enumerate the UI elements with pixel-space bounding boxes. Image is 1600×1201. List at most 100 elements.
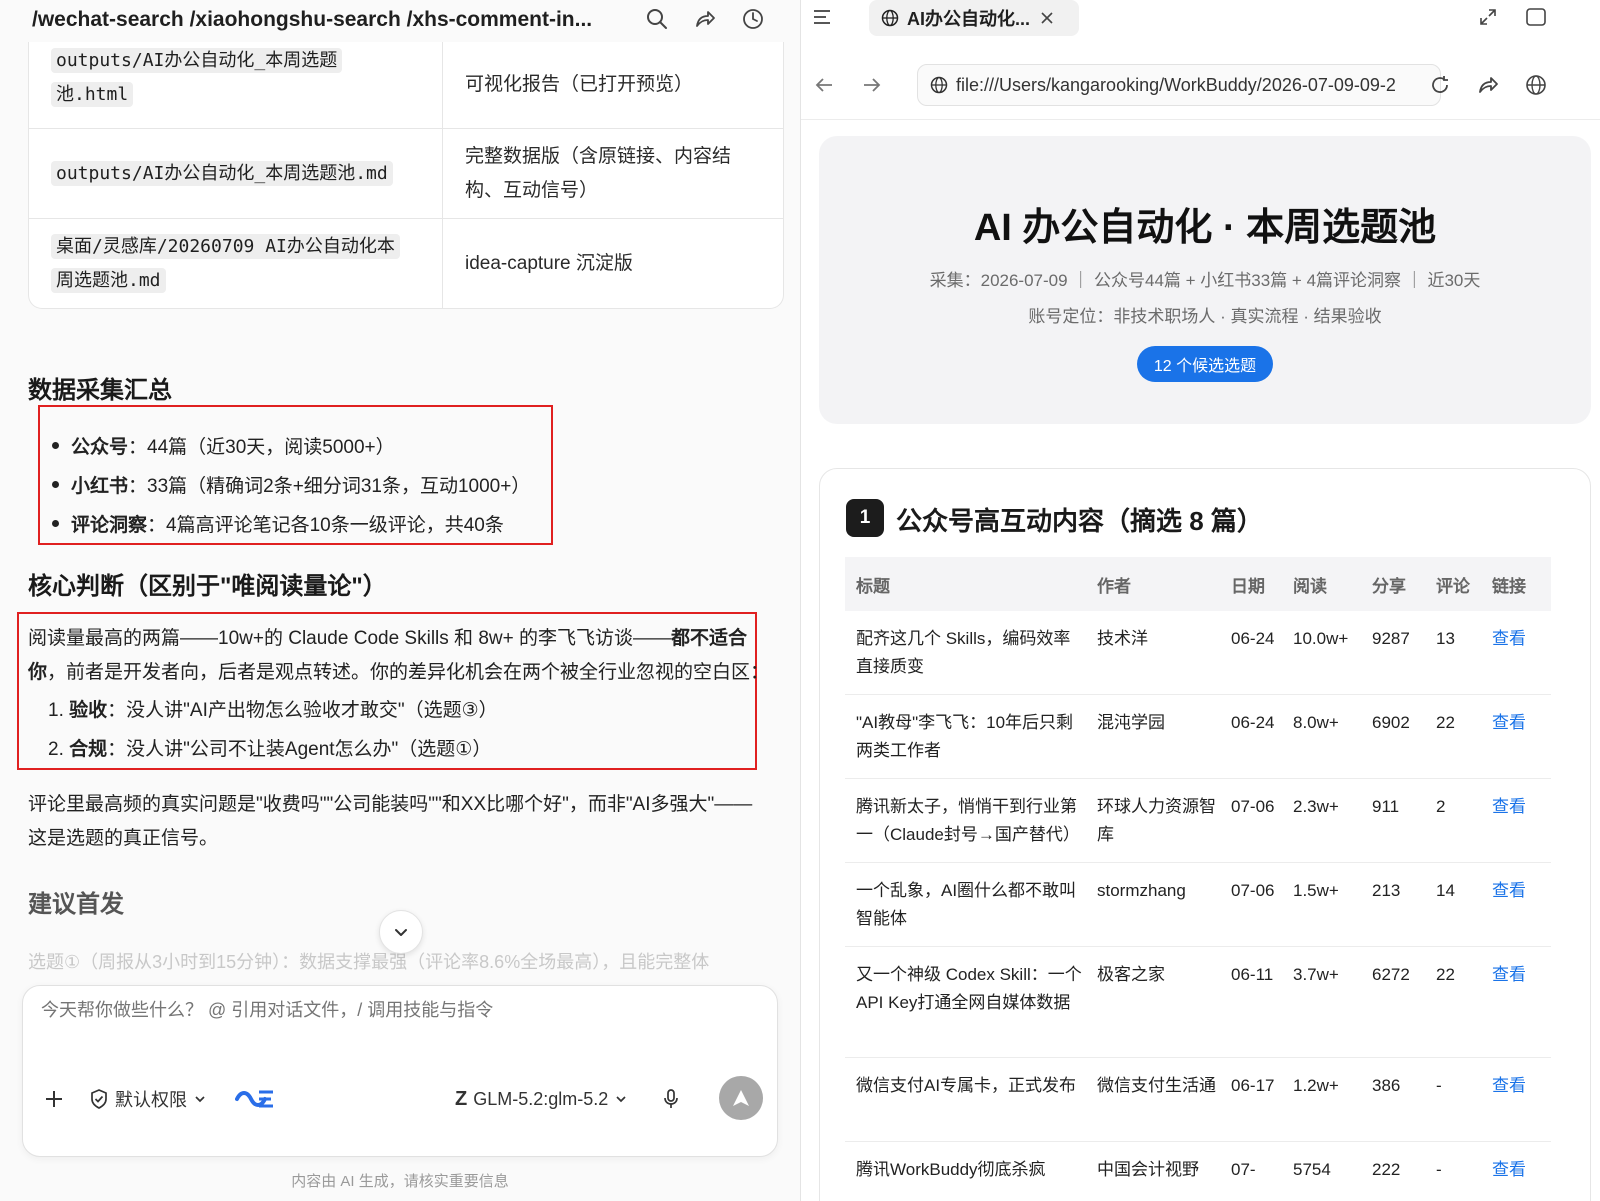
reload-icon[interactable] [1427, 72, 1453, 98]
column-header: 评论 [1436, 576, 1470, 596]
article-comments: - [1436, 1076, 1442, 1095]
article-shares: 222 [1372, 1160, 1401, 1179]
article-shares: 911 [1372, 797, 1400, 816]
search-icon[interactable] [644, 6, 670, 32]
insight-paragraph: 这是选题的真正信号。 [28, 828, 219, 849]
table-row: 一个乱象，AI圈什么都不敢叫智能体 stormzhang 07-06 1.5w+… [845, 863, 1551, 947]
history-icon[interactable] [740, 6, 766, 32]
file-desc: 完整数据版（含原链接、内容结 [465, 145, 732, 167]
suggest-heading: 建议首发 [28, 891, 124, 918]
summary-heading: 数据采集汇总 [28, 377, 172, 404]
article-comments: - [1436, 1160, 1442, 1179]
permission-selector[interactable]: 默认权限 [89, 1084, 207, 1114]
article-author: 极客之家 [1097, 965, 1165, 984]
article-author: 中国会计视野 [1097, 1160, 1199, 1179]
article-title: "AI教母"李飞飞：10年后只剩两类工作者 [856, 713, 1074, 760]
url-field[interactable]: file:///Users/kangarooking/WorkBuddy/202… [917, 64, 1441, 106]
article-author: 混沌学园 [1097, 713, 1165, 732]
voice-input-button[interactable] [661, 1084, 681, 1114]
file-path[interactable]: outputs/AI办公自动化_本周选题 [51, 48, 343, 73]
article-title: 又一个神级 Codex Skill：一个API Key打通全网自媒体数据 [856, 965, 1082, 1012]
section-card: 1 公众号高互动内容（摘选 8 篇） 标题 作者 日期 阅读 分享 评论 链接 … [819, 468, 1591, 1201]
view-link[interactable]: 查看 [1492, 1160, 1526, 1179]
article-reads: 5754 [1293, 1160, 1331, 1179]
article-reads: 3.7w+ [1293, 965, 1339, 984]
core-paragraph: 你，前者是开发者向，后者是观点转述。你的差异化机会在两个被全行业忽视的空白区： [28, 662, 770, 683]
view-link[interactable]: 查看 [1492, 1076, 1526, 1095]
view-link[interactable]: 查看 [1492, 629, 1526, 648]
conversation-title: /wechat-search /xiaohongshu-search /xhs-… [32, 8, 593, 31]
column-header: 阅读 [1293, 576, 1327, 596]
article-date: 06-24 [1231, 713, 1275, 732]
sidebar-menu-icon[interactable] [809, 4, 835, 30]
article-author: 环球人力资源智库 [1097, 797, 1216, 844]
browser-tab[interactable]: AI办公自动化... [869, 0, 1079, 36]
skills-logo-icon[interactable] [235, 1084, 275, 1114]
message-input[interactable] [41, 1000, 761, 1021]
article-shares: 6902 [1372, 713, 1410, 732]
globe-icon [930, 76, 948, 94]
column-header: 标题 [856, 576, 890, 596]
table-row: 桌面/灵感库/20260709 AI办公自动化本 周选题池.md idea-ca… [29, 218, 783, 308]
add-attachment-button[interactable] [43, 1084, 65, 1114]
file-path[interactable]: 桌面/灵感库/20260709 AI办公自动化本 [51, 233, 400, 259]
article-title: 腾讯新太子，悄悄干到行业第一（Claude封号→国产替代） [856, 797, 1080, 844]
table-row: 微信支付AI专属卡，正式发布 微信支付生活通 06-17 1.2w+ 386 -… [845, 1058, 1551, 1142]
article-date: 06-17 [1231, 1076, 1275, 1095]
browser-tab-bar: AI办公自动化... [801, 0, 1600, 52]
share-icon[interactable] [1475, 72, 1501, 98]
article-comments: 2 [1436, 797, 1446, 816]
article-shares: 386 [1372, 1076, 1401, 1095]
file-desc: 可视化报告（已打开预览） [465, 74, 694, 95]
table-header: 标题 作者 日期 阅读 分享 评论 链接 [845, 557, 1551, 611]
article-reads: 1.5w+ [1293, 881, 1339, 900]
file-desc-cell: idea-capture 沉淀版 [443, 219, 783, 308]
window-icon[interactable] [1523, 4, 1549, 30]
view-link[interactable]: 查看 [1492, 797, 1526, 816]
table-row: 腾讯新太子，悄悄干到行业第一（Claude封号→国产替代） 环球人力资源智库 0… [845, 779, 1551, 863]
browser-pane: AI办公自动化... file:///Users/kangarooking/Wo… [801, 0, 1600, 1201]
share-icon[interactable] [692, 6, 718, 32]
file-path[interactable]: outputs/AI办公自动化_本周选题池.md [51, 160, 393, 186]
view-link[interactable]: 查看 [1492, 965, 1526, 984]
globe-icon[interactable] [1523, 72, 1549, 98]
article-date: 06-11 [1231, 965, 1274, 984]
permission-label: 默认权限 [115, 1090, 187, 1110]
table-row: "AI教母"李飞飞：10年后只剩两类工作者 混沌学园 06-24 8.0w+ 6… [845, 695, 1551, 779]
column-header: 链接 [1492, 576, 1526, 596]
model-selector[interactable]: Z GLM-5.2:glm-5.2 [455, 1084, 628, 1114]
article-title: 配齐这几个 Skills，编码效率直接质变 [856, 629, 1071, 676]
forward-arrow-icon[interactable] [859, 72, 885, 98]
chat-header: /wechat-search /xiaohongshu-search /xhs-… [0, 0, 800, 42]
view-link[interactable]: 查看 [1492, 713, 1526, 732]
list-item: 公众号：44篇（近30天，阅读5000+） [52, 432, 395, 459]
zhipu-logo-icon: Z [455, 1087, 468, 1110]
article-comments: 22 [1436, 713, 1455, 732]
microphone-icon [664, 1089, 678, 1108]
back-arrow-icon[interactable] [811, 72, 837, 98]
article-title: 一个乱象，AI圈什么都不敢叫智能体 [856, 881, 1077, 928]
article-comments: 22 [1436, 965, 1455, 984]
article-author: 技术洋 [1097, 629, 1148, 648]
url-text: file:///Users/kangarooking/WorkBuddy/202… [956, 74, 1396, 95]
insight-paragraph: 评论里最高频的真实问题是"收费吗""公司能装吗""和XX比哪个好"，而非"AI多… [28, 794, 753, 815]
table-row: outputs/AI办公自动化_本周选题池.md 完整数据版（含原链接、内容结 … [29, 128, 783, 218]
section-title: 公众号高互动内容（摘选 8 篇） [896, 506, 1263, 536]
table-row: 又一个神级 Codex Skill：一个API Key打通全网自媒体数据 极客之… [845, 947, 1551, 1058]
table-row: 腾讯WorkBuddy彻底杀疯 中国会计视野 07- 5754 222 - 查看 [845, 1142, 1551, 1201]
scroll-to-bottom-button[interactable] [379, 910, 423, 954]
article-author: stormzhang [1097, 881, 1186, 900]
report-meta: 采集：2026-07-09 ｜ 公众号44篇 + 小红书33篇 + 4篇评论洞察… [929, 271, 1481, 290]
view-link[interactable]: 查看 [1492, 881, 1526, 900]
core-paragraph: 阅读量最高的两篇——10w+的 Claude Code Skills 和 8w+… [28, 628, 747, 649]
file-path[interactable]: 周选题池.md [51, 267, 166, 293]
chat-pane: outputs/AI办公自动化_本周选题 池.html 可视化报告（已打开预览）… [0, 0, 800, 1201]
expand-icon[interactable] [1475, 4, 1501, 30]
list-item: 小红书：33篇（精确词2条+细分词31条，互动1000+） [52, 471, 530, 498]
close-tab-icon[interactable] [1040, 11, 1054, 25]
account-positioning: 账号定位：非技术职场人 · 真实流程 · 结果验收 [1028, 307, 1382, 326]
file-desc-cell: 完整数据版（含原链接、内容结 构、互动信号） [443, 129, 783, 218]
article-reads: 10.0w+ [1293, 629, 1349, 648]
send-button[interactable] [719, 1076, 763, 1120]
file-path[interactable]: 池.html [51, 82, 134, 107]
